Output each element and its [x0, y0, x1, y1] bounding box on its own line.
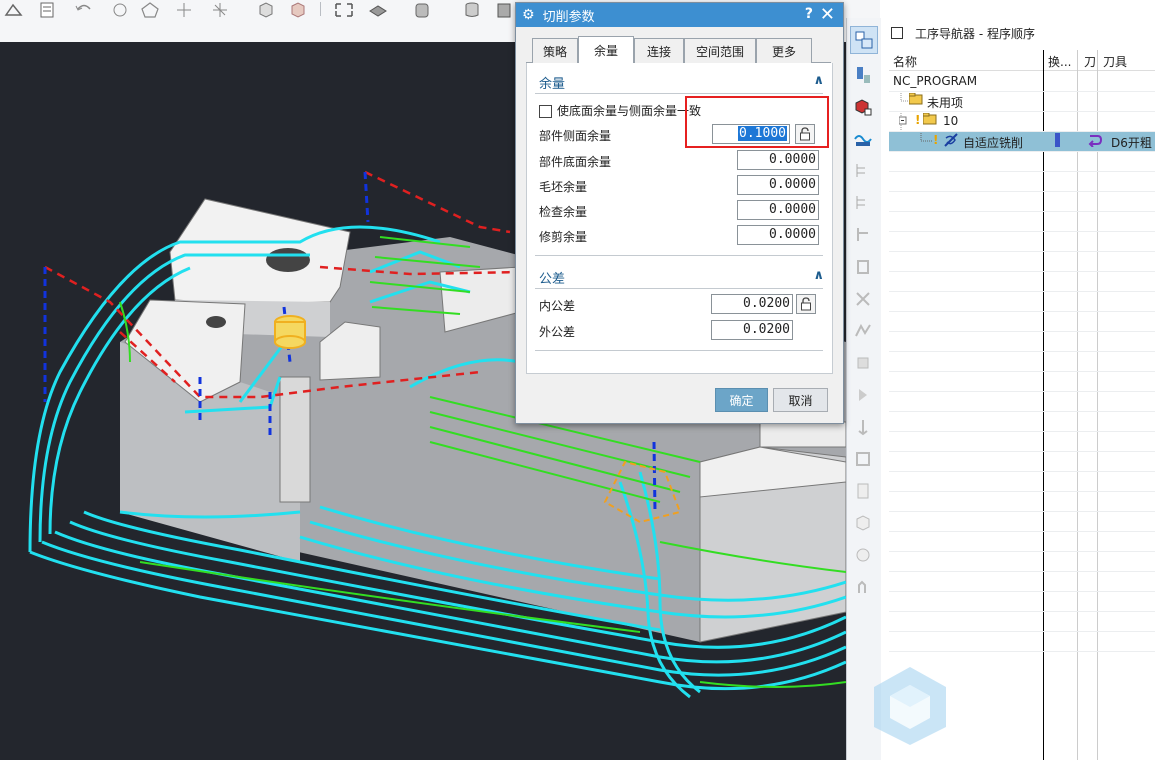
column-name[interactable]: 名称	[893, 53, 917, 70]
tree-row-label: 10	[943, 114, 959, 128]
same-floor-side-checkbox[interactable]	[539, 105, 552, 118]
render-style-icon[interactable]	[364, 0, 392, 20]
folder-icon	[908, 92, 923, 108]
cutting-parameters-dialog: ⚙ 切削参数 ? ✕ 策略 余量 连接 空间范围 更多 余量 ∧ 使底面余量与侧…	[515, 2, 844, 424]
tool-icon-1[interactable]	[850, 222, 876, 248]
sketch-icon[interactable]	[0, 0, 28, 20]
navigator-title-text: 工序导航器 - 程序顺序	[915, 26, 1035, 41]
ok-button[interactable]: 确定	[715, 388, 768, 412]
warning-mark-icon: !	[915, 113, 921, 127]
pentagon-icon[interactable]	[136, 0, 164, 20]
tree-row-program-10[interactable]: ! 10	[889, 111, 1155, 131]
resource-bar	[846, 18, 882, 760]
path-icon[interactable]	[850, 318, 876, 344]
help-button[interactable]: ?	[805, 6, 813, 22]
intol-label: 内公差	[539, 299, 576, 313]
close-button[interactable]: ✕	[820, 4, 835, 25]
blank-stock-field[interactable]: 0.0000	[737, 175, 819, 195]
tree-row-label: 自适应铣削	[963, 136, 1024, 150]
tab-connections[interactable]: 连接	[634, 38, 684, 63]
warning-mark-icon: !	[933, 133, 939, 147]
box-icon[interactable]	[284, 0, 312, 20]
tree-icon-2[interactable]	[850, 190, 876, 216]
tree-row-label: 未用项	[927, 96, 964, 110]
blank-stock-label: 毛坯余量	[539, 180, 588, 194]
navigator-pin-checkbox[interactable]	[891, 27, 903, 39]
tolerance-section-title[interactable]: 公差	[539, 268, 565, 287]
check-stock-field[interactable]: 0.0000	[737, 200, 819, 220]
shaded-icon[interactable]	[408, 0, 436, 20]
operation-navigator: 工序导航器 - 程序顺序 名称 换... 刀 刀具 NC_PROGRAM 未用项…	[881, 18, 1155, 760]
tree-row-unused[interactable]: 未用项	[889, 91, 1155, 111]
undo-icon[interactable]	[70, 0, 98, 20]
tree-row-nc-program[interactable]: NC_PROGRAM	[889, 71, 1155, 91]
orient-icon[interactable]	[170, 0, 198, 20]
tree-row-adaptive-milling[interactable]: ! 自适应铣削 D6开粗	[889, 131, 1155, 151]
dialog-title-bar[interactable]: ⚙ 切削参数 ? ✕	[516, 3, 843, 27]
transform-icon[interactable]	[106, 0, 134, 20]
tree-row-label: NC_PROGRAM	[893, 74, 978, 88]
verify-icon[interactable]	[850, 350, 876, 376]
tab-stock[interactable]: 余量	[578, 36, 634, 63]
tool-name: D6开粗	[1111, 136, 1152, 150]
lock-icon[interactable]	[796, 294, 816, 314]
fit-view-icon[interactable]	[330, 0, 358, 20]
tool-path-icon	[1088, 133, 1103, 150]
column-tool[interactable]: 刀具	[1103, 53, 1127, 70]
hand-icon[interactable]	[850, 574, 876, 600]
navigator-column-header: 名称 换... 刀 刀具	[889, 50, 1155, 71]
collapse-tolerance-icon[interactable]: ∧	[813, 268, 824, 283]
tab-more[interactable]: 更多	[756, 38, 812, 63]
intol-field[interactable]: 0.0200	[711, 294, 793, 314]
folder-icon	[922, 112, 937, 128]
tab-containment[interactable]: 空间范围	[684, 38, 756, 63]
column-tool-status[interactable]: 刀	[1084, 53, 1096, 70]
outtol-label: 外公差	[539, 325, 576, 339]
gear-icon: ⚙	[522, 7, 535, 23]
part-side-stock-label: 部件侧面余量	[539, 129, 612, 143]
allowance-section-title[interactable]: 余量	[539, 73, 565, 92]
cylinder-icon[interactable]	[458, 0, 486, 20]
part-floor-stock-label: 部件底面余量	[539, 155, 612, 169]
component-icon[interactable]	[850, 542, 876, 568]
navigator-title: 工序导航器 - 程序顺序	[881, 18, 1155, 48]
trim-stock-label: 修剪余量	[539, 230, 588, 244]
tab-strategy[interactable]: 策略	[532, 38, 578, 63]
watermark-logo	[874, 667, 946, 745]
column-change[interactable]: 换...	[1048, 53, 1071, 70]
check-stock-label: 检查余量	[539, 205, 588, 219]
solid-icon[interactable]	[490, 0, 518, 20]
post-icon[interactable]	[850, 446, 876, 472]
part-floor-stock-field[interactable]: 0.0000	[737, 150, 819, 170]
tool-change-icon	[1053, 133, 1063, 150]
tool-icon-2[interactable]	[850, 254, 876, 280]
operation-navigator-icon[interactable]	[850, 26, 878, 54]
cube-icon[interactable]	[252, 0, 280, 20]
feature-list-icon[interactable]	[34, 0, 62, 20]
shop-doc-icon[interactable]	[850, 478, 876, 504]
method-navigator-icon[interactable]	[850, 126, 876, 152]
dialog-title: 切削参数	[542, 9, 595, 25]
collapse-allowance-icon[interactable]: ∧	[813, 73, 824, 88]
trim-stock-field[interactable]: 0.0000	[737, 225, 819, 245]
cut-icon[interactable]	[850, 286, 876, 312]
drill-icon[interactable]	[850, 414, 876, 440]
geometry-navigator-icon[interactable]	[850, 94, 876, 120]
machine-tool-navigator-icon[interactable]	[850, 62, 876, 88]
tree-icon-1[interactable]	[850, 158, 876, 184]
same-floor-side-label: 使底面余量与侧面余量一致	[557, 104, 702, 118]
cancel-button[interactable]: 取消	[773, 388, 828, 412]
dialog-tabs: 策略 余量 连接 空间范围 更多	[526, 36, 831, 63]
adaptive-milling-icon	[943, 132, 959, 151]
stock-icon[interactable]	[850, 510, 876, 536]
annotation-highlight-box	[685, 96, 829, 148]
simulate-icon[interactable]	[850, 382, 876, 408]
outtol-field[interactable]: 0.0200	[711, 320, 793, 340]
csys-icon[interactable]	[206, 0, 234, 20]
